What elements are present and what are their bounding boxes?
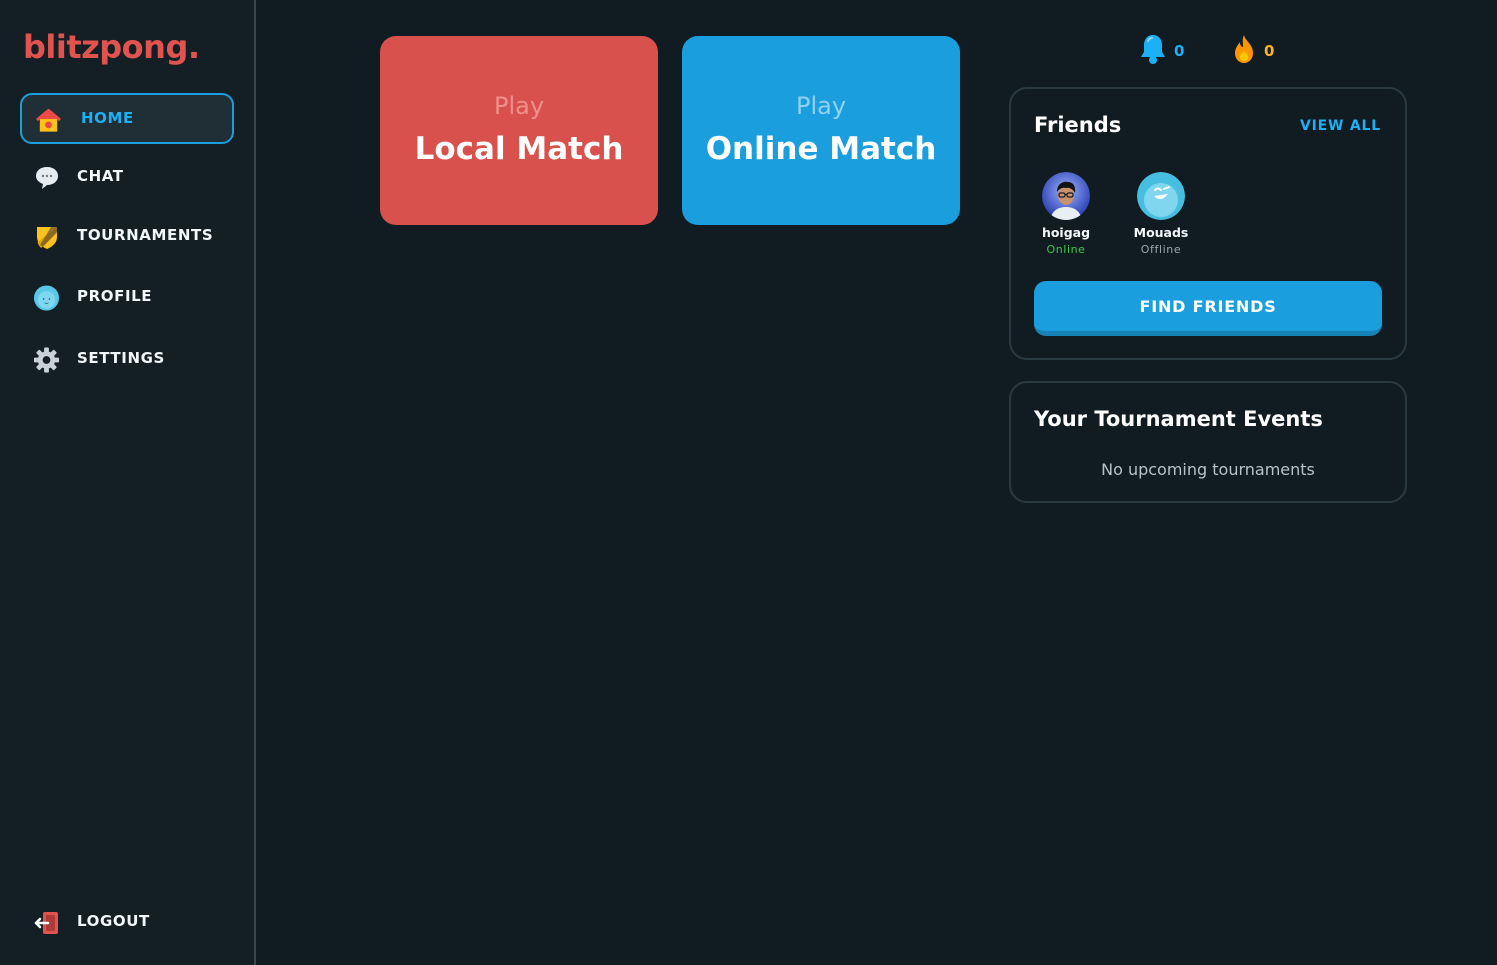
streak-indicator[interactable]: 0 (1231, 34, 1274, 68)
bell-icon (1139, 33, 1167, 69)
app-root: blitzpong. HOME CHAT TOURNAMENTS PROFILE… (0, 0, 1497, 965)
sidebar-item-home[interactable]: HOME (20, 93, 234, 144)
gear-icon (33, 346, 60, 373)
sidebar-item-label: PROFILE (77, 287, 153, 305)
play-online-small-label: Play (795, 92, 847, 120)
friend-status: Online (1046, 243, 1086, 256)
brand-logo[interactable]: blitzpong. (23, 28, 200, 66)
play-local-match-card[interactable]: Play Local Match (380, 36, 658, 225)
profile-face-icon (33, 284, 60, 311)
sidebar-item-label: HOME (81, 109, 134, 127)
sidebar-item-label: TOURNAMENTS (77, 226, 214, 244)
play-local-title: Local Match (414, 131, 624, 167)
logout-button[interactable]: LOGOUT (20, 897, 234, 948)
home-icon (35, 107, 62, 134)
flame-icon (1231, 33, 1257, 69)
friends-panel: Friends VIEW ALL hoigag Online Mouads Of… (1009, 87, 1407, 360)
tournament-events-title: Your Tournament Events (1034, 407, 1323, 431)
sidebar-item-chat[interactable]: CHAT (20, 152, 234, 203)
no-tournaments-message: No upcoming tournaments (1101, 460, 1315, 479)
shield-icon (33, 223, 60, 250)
friends-title: Friends (1034, 113, 1122, 137)
view-all-friends-link[interactable]: VIEW ALL (1300, 118, 1381, 134)
tournament-events-panel: Your Tournament Events No upcoming tourn… (1009, 381, 1407, 503)
sidebar: blitzpong. HOME CHAT TOURNAMENTS PROFILE… (0, 0, 256, 965)
sidebar-item-profile[interactable]: PROFILE (20, 272, 234, 323)
friend-status: Offline (1140, 243, 1182, 256)
friend-item[interactable]: Mouads Offline (1121, 172, 1201, 256)
chat-bubble-icon (33, 164, 60, 191)
logout-label: LOGOUT (77, 912, 150, 930)
friend-item[interactable]: hoigag Online (1026, 172, 1106, 256)
find-friends-button[interactable]: FIND FRIENDS (1034, 281, 1382, 336)
avatar (1137, 172, 1185, 220)
play-online-match-card[interactable]: Play Online Match (682, 36, 960, 225)
streak-count: 0 (1264, 42, 1275, 60)
avatar (1042, 172, 1090, 220)
friend-name: Mouads (1133, 225, 1189, 240)
sidebar-item-settings[interactable]: SETTINGS (20, 334, 234, 385)
play-local-small-label: Play (493, 92, 545, 120)
sidebar-item-label: CHAT (77, 167, 124, 185)
sidebar-item-label: SETTINGS (77, 349, 165, 367)
play-online-title: Online Match (705, 131, 937, 167)
friend-name: hoigag (1041, 225, 1091, 240)
notifications-count: 0 (1174, 42, 1185, 60)
logout-icon (33, 909, 60, 936)
sidebar-item-tournaments[interactable]: TOURNAMENTS (20, 211, 234, 262)
notifications-button[interactable]: 0 (1139, 34, 1184, 68)
